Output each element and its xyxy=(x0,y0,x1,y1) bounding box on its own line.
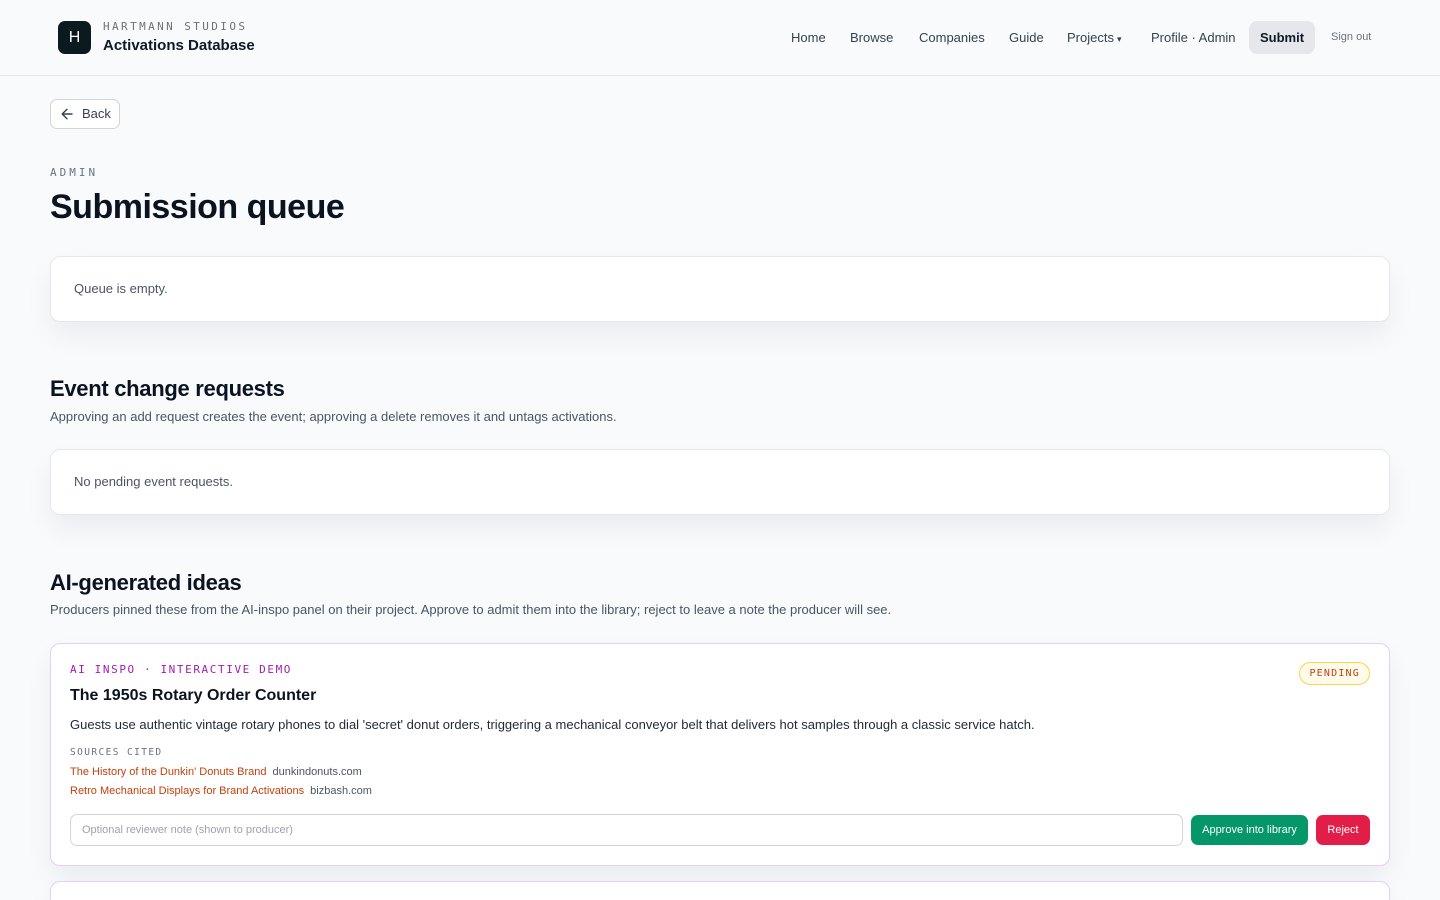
source-item: The History of the Dunkin' Donuts Brand d… xyxy=(70,766,362,778)
event-requests-title: Event change requests xyxy=(50,376,285,401)
brand-title[interactable]: Activations Database xyxy=(103,37,255,54)
sources-cited-label: SOURCES CITED xyxy=(70,747,163,758)
source-link[interactable]: The History of the Dunkin' Donuts Brand xyxy=(70,766,267,778)
brand-logo[interactable]: H xyxy=(58,21,91,54)
sign-out-link[interactable]: Sign out xyxy=(1331,21,1371,54)
nav-profile-admin[interactable]: Profile · Admin xyxy=(1151,21,1236,54)
source-domain: bizbash.com xyxy=(310,785,372,797)
page-title: Submission queue xyxy=(50,188,345,226)
idea-tag: AI INSPO · INTERACTIVE DEMO xyxy=(70,663,293,676)
nav-submit[interactable]: Submit xyxy=(1249,21,1316,54)
ai-idea-card-next xyxy=(50,881,1390,900)
ai-ideas-title: AI-generated ideas xyxy=(50,570,242,595)
event-requests-card: No pending event requests. xyxy=(50,449,1390,515)
reviewer-note-input[interactable] xyxy=(70,814,1183,846)
event-requests-empty-message: No pending event requests. xyxy=(74,474,233,489)
source-domain: dunkindonuts.com xyxy=(272,766,362,778)
nav-projects[interactable]: Projects ▾ xyxy=(1067,21,1122,54)
nav-companies[interactable]: Companies xyxy=(919,21,985,54)
brand-kicker: HARTMANN STUDIOS xyxy=(103,20,248,33)
nav-browse[interactable]: Browse xyxy=(850,21,893,54)
submission-queue-card: Queue is empty. xyxy=(50,256,1390,322)
nav-guide[interactable]: Guide xyxy=(1009,21,1044,54)
queue-empty-message: Queue is empty. xyxy=(74,281,168,296)
page-kicker: ADMIN xyxy=(50,166,99,179)
approve-into-library-button[interactable]: Approve into library xyxy=(1191,815,1308,845)
event-requests-subtitle: Approving an add request creates the eve… xyxy=(50,409,617,424)
back-button-label: Back xyxy=(82,106,111,121)
status-badge: PENDING xyxy=(1299,662,1370,685)
ai-idea-card: AI INSPO · INTERACTIVE DEMO PENDING The … xyxy=(50,643,1390,866)
idea-description: Guests use authentic vintage rotary phon… xyxy=(70,717,1035,732)
source-item: Retro Mechanical Displays for Brand Acti… xyxy=(70,785,372,797)
ai-ideas-subtitle: Producers pinned these from the AI-inspo… xyxy=(50,602,892,617)
reject-button[interactable]: Reject xyxy=(1316,815,1370,845)
nav-projects-label: Projects xyxy=(1067,30,1114,45)
nav-home[interactable]: Home xyxy=(791,21,826,54)
back-button[interactable]: Back xyxy=(50,99,120,129)
idea-title: The 1950s Rotary Order Counter xyxy=(70,687,317,704)
top-nav-bar: H HARTMANN STUDIOS Activations Database … xyxy=(0,0,1440,76)
chevron-down-icon: ▾ xyxy=(1116,34,1122,44)
source-link[interactable]: Retro Mechanical Displays for Brand Acti… xyxy=(70,785,304,797)
arrow-left-icon xyxy=(61,100,73,137)
